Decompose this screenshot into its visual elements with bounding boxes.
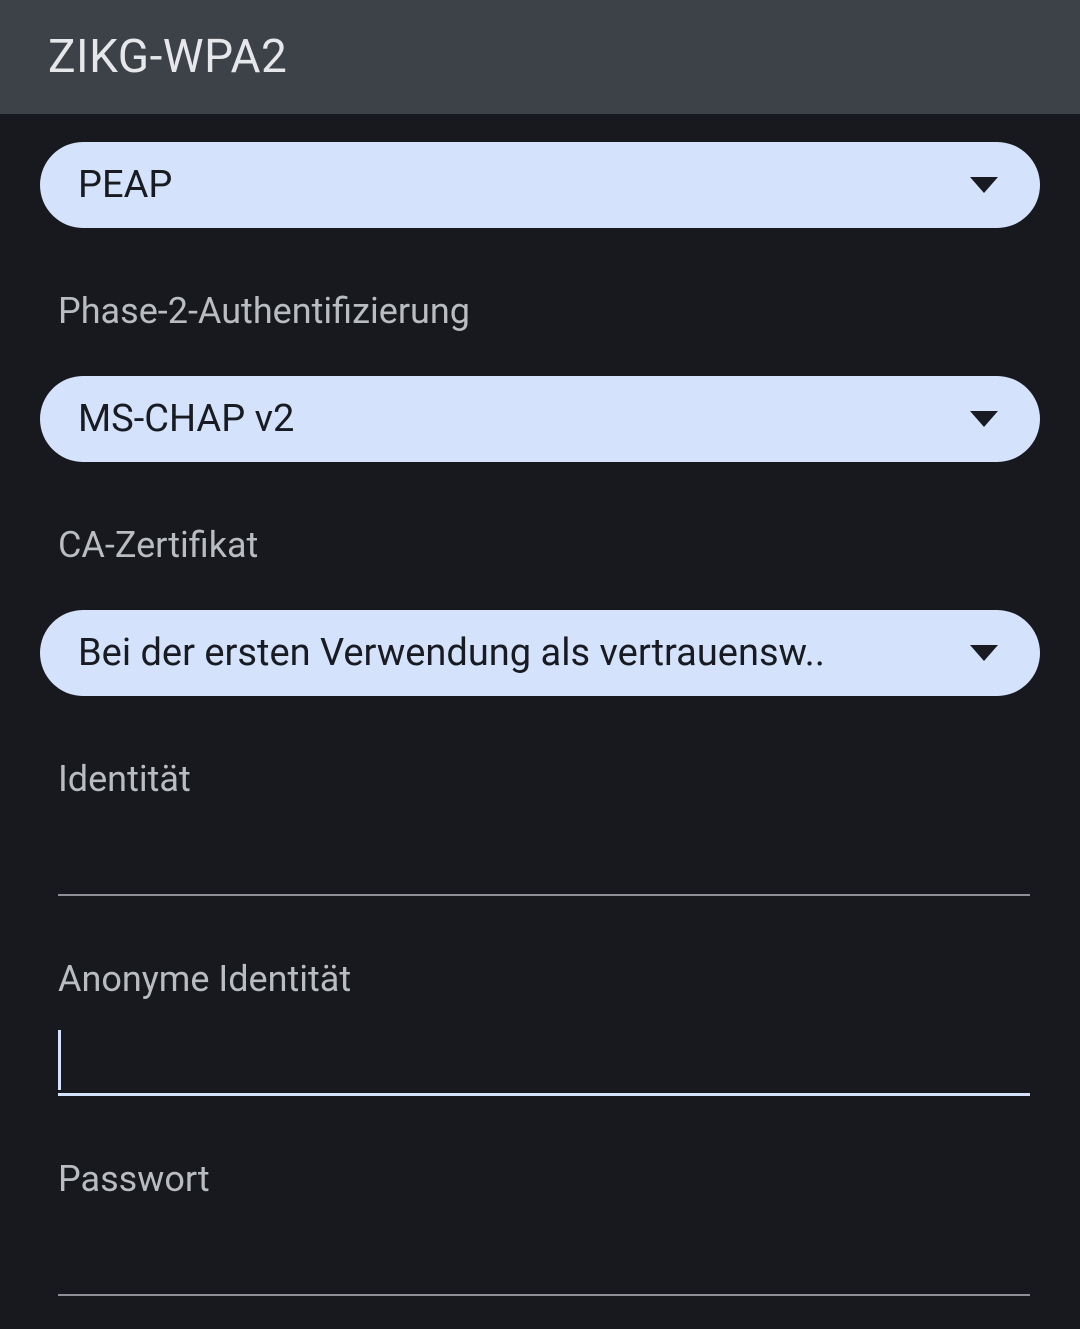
wifi-config-form: PEAP Phase-2-Authentifizierung MS-CHAP v… — [0, 114, 1080, 1296]
anonymous-identity-input[interactable] — [58, 1000, 1030, 1096]
network-name-title: ZIKG-WPA2 — [48, 30, 287, 84]
phase2-auth-label: Phase-2-Authentifizierung — [40, 290, 1040, 332]
password-input[interactable] — [58, 1200, 1030, 1296]
eap-method-value: PEAP — [78, 163, 172, 207]
dialog-header: ZIKG-WPA2 — [0, 0, 1080, 114]
dropdown-arrow-icon — [970, 411, 998, 427]
identity-label: Identität — [40, 758, 1040, 800]
ca-certificate-dropdown[interactable]: Bei der ersten Verwendung als vertrauens… — [40, 610, 1040, 696]
dropdown-arrow-icon — [970, 177, 998, 193]
eap-method-dropdown[interactable]: PEAP — [40, 142, 1040, 228]
dropdown-arrow-icon — [970, 645, 998, 661]
ca-certificate-label: CA-Zertifikat — [40, 524, 1040, 566]
password-label: Passwort — [40, 1158, 1040, 1200]
identity-input[interactable] — [58, 800, 1030, 896]
anonymous-identity-label: Anonyme Identität — [40, 958, 1040, 1000]
phase2-auth-value: MS-CHAP v2 — [78, 397, 294, 441]
ca-certificate-value: Bei der ersten Verwendung als vertrauens… — [78, 631, 825, 675]
phase2-auth-dropdown[interactable]: MS-CHAP v2 — [40, 376, 1040, 462]
text-cursor-icon — [58, 1030, 61, 1090]
